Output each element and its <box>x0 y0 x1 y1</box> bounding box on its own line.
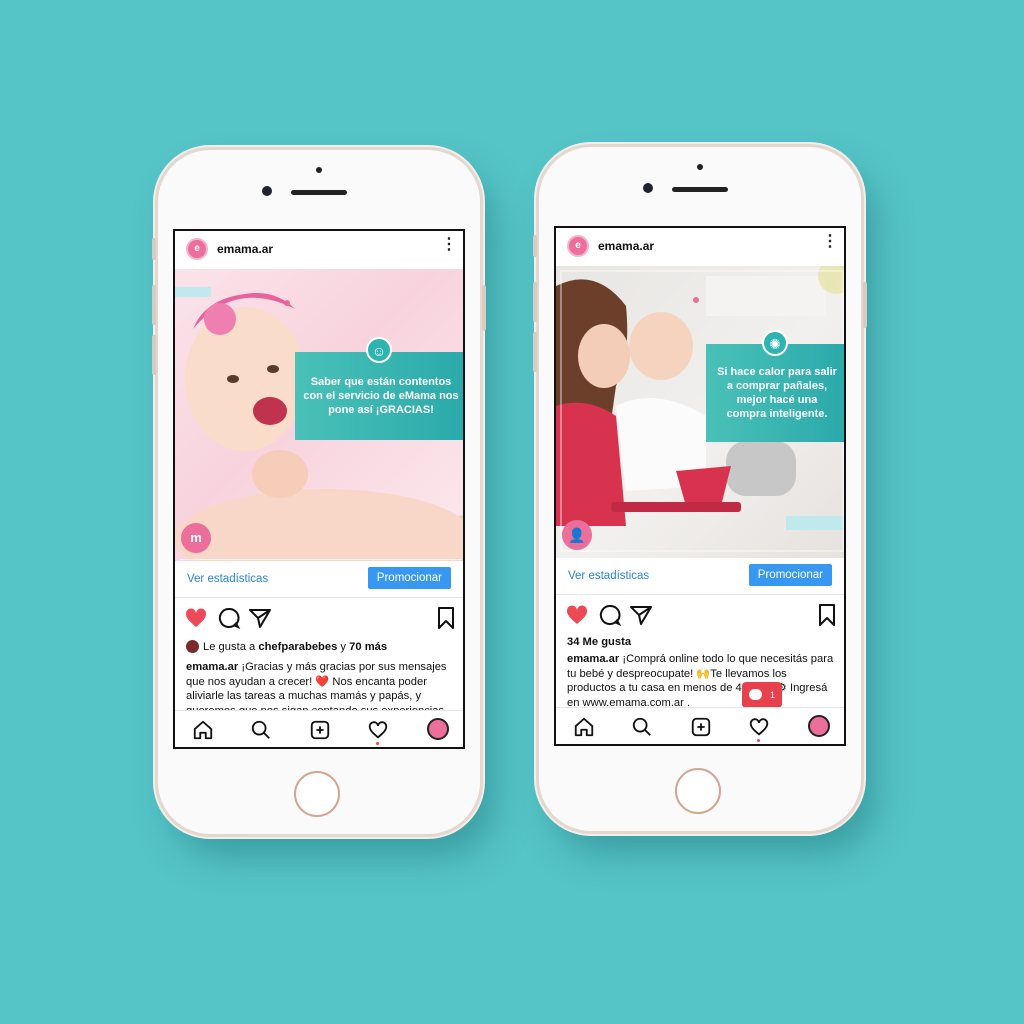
banner-text: Si hace calor para salir a comprar pañal… <box>717 366 837 420</box>
baby-hands <box>252 450 308 498</box>
likes-prefix: Le gusta a <box>203 641 259 653</box>
baby-head <box>629 312 693 380</box>
comment-icon[interactable] <box>598 603 622 627</box>
post-actions <box>175 606 463 632</box>
volume-up-button <box>152 285 156 325</box>
frame-line <box>180 559 462 560</box>
stats-row: Ver estadísticas Promocionar <box>556 558 844 595</box>
comment-icon[interactable] <box>217 606 241 630</box>
more-options-icon[interactable]: ⋮ <box>822 234 838 250</box>
proximity-sensor <box>316 167 322 173</box>
home-button <box>675 768 721 814</box>
add-post-icon[interactable] <box>309 719 331 741</box>
heart-icon[interactable] <box>565 603 589 627</box>
front-camera <box>643 183 653 193</box>
proximity-sensor <box>697 164 703 170</box>
mute-switch <box>533 235 537 257</box>
home-icon[interactable] <box>573 716 595 738</box>
post-actions <box>556 603 844 629</box>
shelf <box>706 276 826 316</box>
post-image[interactable]: Si hace calor para salir a comprar pañal… <box>556 266 844 558</box>
earpiece-speaker <box>672 187 728 192</box>
likes-line: 34 Me gusta <box>567 635 837 650</box>
search-icon[interactable] <box>631 716 653 738</box>
add-post-icon[interactable] <box>690 716 712 738</box>
promote-button[interactable]: Promocionar <box>748 564 832 586</box>
likes-user[interactable]: chefparabebes <box>258 641 337 653</box>
sun-icon: ✺ <box>762 330 788 356</box>
instagram-screen: e emama.ar ⋮ Si hace calor para salir a … <box>554 226 846 746</box>
profile-avatar[interactable]: e <box>567 235 589 257</box>
notification-count: 1 <box>769 690 775 700</box>
decor-dot <box>693 297 699 303</box>
banner-text: Saber que están contentos con el servici… <box>303 376 459 416</box>
emama-logo-icon: m <box>181 523 211 553</box>
instagram-screen: e emama.ar ⋮ Saber que están contentos c… <box>173 229 465 749</box>
likes-more[interactable]: 70 más <box>349 641 387 653</box>
activity-dot <box>376 742 379 745</box>
home-icon[interactable] <box>192 719 214 741</box>
volume-down-button <box>152 335 156 375</box>
likes-and: y <box>337 641 350 653</box>
power-button <box>863 282 867 328</box>
decor-bar <box>175 287 211 297</box>
view-stats-link[interactable]: Ver estadísticas <box>187 573 268 585</box>
phone-left: e emama.ar ⋮ Saber que están contentos c… <box>152 150 486 834</box>
volume-down-button <box>533 332 537 372</box>
likes-line: Le gusta a chefparabebes y 70 más <box>186 640 456 655</box>
comment-bubble-icon <box>749 689 762 700</box>
earpiece-speaker <box>291 190 347 195</box>
message-banner: Si hace calor para salir a comprar pañal… <box>706 344 844 442</box>
liker-avatar <box>186 640 199 653</box>
profile-icon[interactable] <box>427 718 449 740</box>
profile-avatar[interactable]: e <box>186 238 208 260</box>
share-icon[interactable] <box>248 606 272 630</box>
profile-icon[interactable] <box>808 715 830 737</box>
search-icon[interactable] <box>250 719 272 741</box>
decor-bar <box>786 516 844 530</box>
volume-up-button <box>533 282 537 322</box>
bottom-nav <box>175 710 463 747</box>
caption-username[interactable]: emama.ar <box>567 653 619 665</box>
stats-row: Ver estadísticas Promocionar <box>175 561 463 598</box>
baby-eye-right <box>267 365 279 373</box>
message-banner: Saber que están contentos con el servici… <box>295 352 463 440</box>
phone-right: e emama.ar ⋮ Si hace calor para salir a … <box>533 147 867 831</box>
bookmark-icon[interactable] <box>434 606 458 630</box>
more-options-icon[interactable]: ⋮ <box>441 237 457 253</box>
headband-flower <box>204 303 236 335</box>
post-header: e emama.ar ⋮ <box>556 228 844 266</box>
mute-switch <box>152 238 156 260</box>
front-camera <box>262 186 272 196</box>
heart-icon[interactable] <box>184 606 208 630</box>
bottom-nav <box>556 707 844 744</box>
baby-eye-left <box>227 375 239 383</box>
likes-count[interactable]: 34 Me gusta <box>567 636 631 648</box>
baby-body <box>175 489 463 561</box>
post-username[interactable]: emama.ar <box>217 242 273 256</box>
pillow <box>726 441 796 496</box>
baby-book <box>676 466 731 506</box>
promote-button[interactable]: Promocionar <box>367 567 451 589</box>
activity-dot <box>757 739 760 742</box>
share-icon[interactable] <box>629 603 653 627</box>
post-image[interactable]: Saber que están contentos con el servici… <box>175 269 463 561</box>
user-icon: 👤 <box>562 520 592 550</box>
home-button <box>294 771 340 817</box>
power-button <box>482 285 486 331</box>
bookmark-icon[interactable] <box>815 603 839 627</box>
activity-icon[interactable] <box>367 719 389 741</box>
mother-face <box>578 324 630 388</box>
smile-icon: ☺ <box>366 337 392 363</box>
post-caption: emama.ar ¡Comprá online todo lo que nece… <box>567 652 837 712</box>
tablet <box>611 502 741 512</box>
post-username[interactable]: emama.ar <box>598 239 654 253</box>
caption-username[interactable]: emama.ar <box>186 661 238 673</box>
baby-head <box>185 307 305 451</box>
view-stats-link[interactable]: Ver estadísticas <box>568 570 649 582</box>
baby-mouth <box>253 397 287 425</box>
notification-badge[interactable]: 1 <box>742 682 782 713</box>
post-header: e emama.ar ⋮ <box>175 231 463 269</box>
activity-icon[interactable] <box>748 716 770 738</box>
